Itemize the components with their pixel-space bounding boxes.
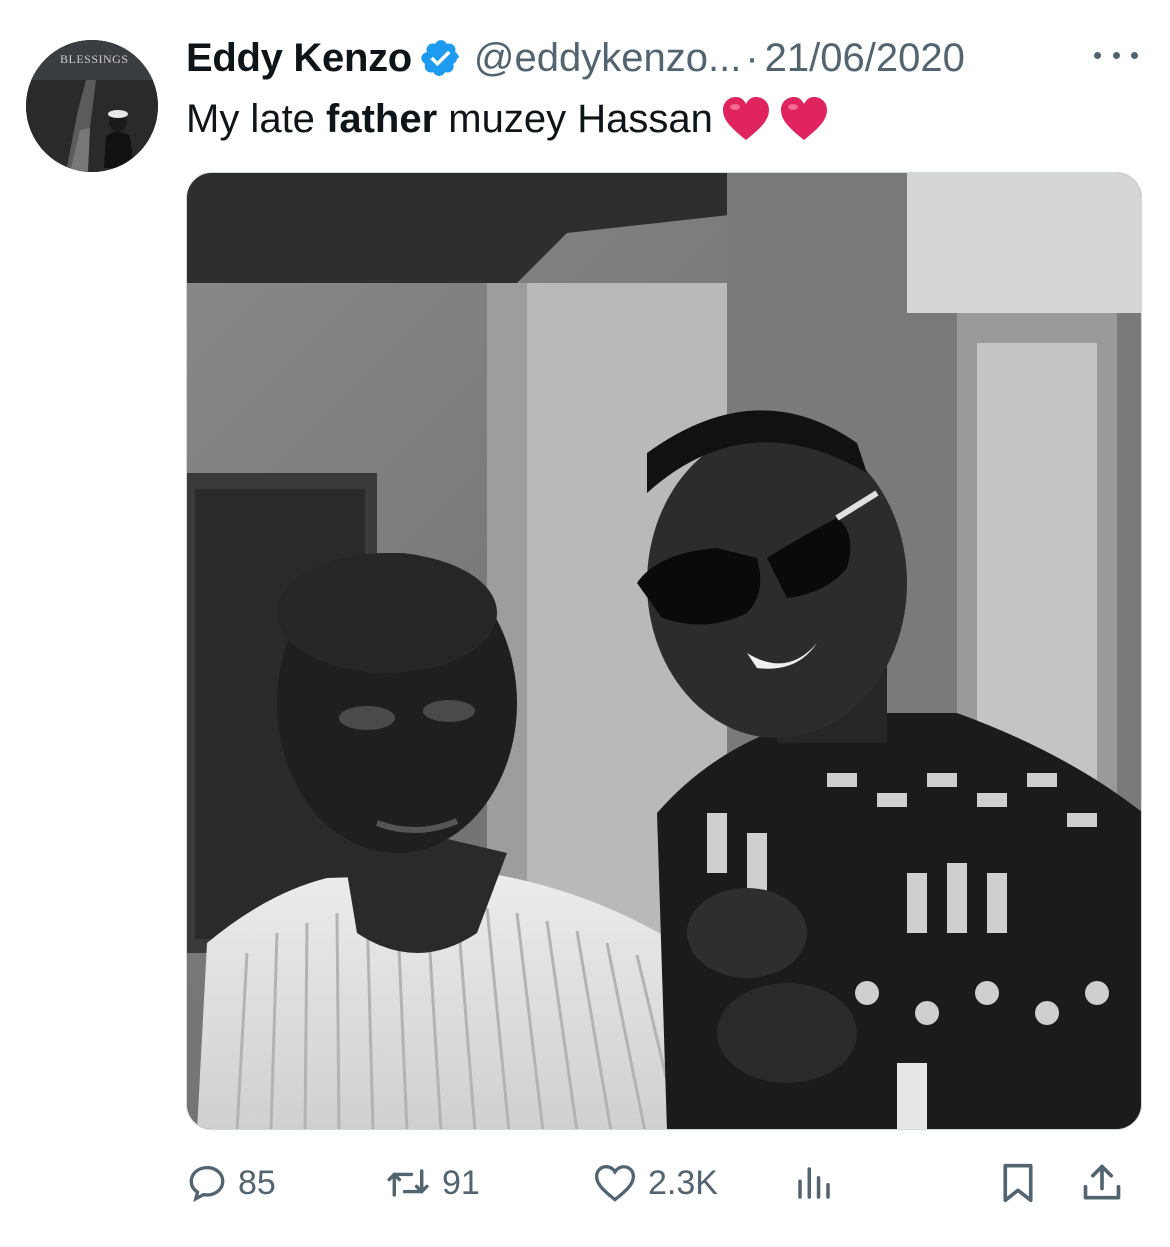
heart-outline-icon	[592, 1162, 638, 1204]
tweet-actions: 85 91 2.3K	[186, 1152, 1146, 1214]
tweet-text-before: My late	[186, 96, 327, 141]
reply-count: 85	[238, 1163, 276, 1202]
tweet-header: Eddy Kenzo @eddykenzo... · 21/06/2020	[186, 30, 965, 86]
repost-button[interactable]: 91	[384, 1152, 480, 1214]
header-separator: ·	[745, 35, 759, 80]
more-dot	[1112, 51, 1120, 59]
tweet-text: My late father muzey Hassan	[186, 92, 829, 146]
author-handle[interactable]: @eddykenzo...	[474, 36, 741, 81]
tweet[interactable]: BLESSINGS Eddy Kenzo @eddykenzo... · 21/…	[0, 0, 1170, 1247]
more-dots-icon[interactable]	[1088, 40, 1144, 70]
verified-badge-icon[interactable]	[420, 37, 462, 79]
author-display-name[interactable]: Eddy Kenzo	[186, 36, 412, 81]
bookmark-button[interactable]	[998, 1152, 1038, 1214]
share-button[interactable]	[1080, 1152, 1124, 1214]
red-heart-emoji-icon	[779, 96, 829, 142]
red-heart-emoji-icon	[721, 96, 771, 142]
bookmark-icon	[998, 1161, 1038, 1205]
tweet-date[interactable]: 21/06/2020	[765, 36, 965, 81]
share-upload-icon	[1080, 1161, 1124, 1205]
tweet-text-bold: father	[326, 96, 438, 141]
avatar[interactable]: BLESSINGS	[26, 40, 158, 172]
like-count: 2.3K	[648, 1163, 718, 1202]
avatar-banner-text: BLESSINGS	[60, 52, 129, 66]
repost-count: 91	[442, 1163, 480, 1202]
like-button[interactable]: 2.3K	[592, 1152, 718, 1214]
views-button[interactable]	[792, 1152, 836, 1214]
reply-button[interactable]: 85	[186, 1152, 276, 1214]
reply-bubble-icon	[186, 1162, 228, 1204]
more-dot	[1131, 51, 1138, 59]
photo-image	[187, 173, 1141, 1129]
tweet-text-after: muzey Hassan	[437, 96, 713, 141]
repost-icon	[384, 1162, 432, 1204]
views-bar-chart-icon	[792, 1162, 836, 1204]
tweet-photo[interactable]	[186, 172, 1142, 1130]
more-dot	[1094, 51, 1101, 59]
